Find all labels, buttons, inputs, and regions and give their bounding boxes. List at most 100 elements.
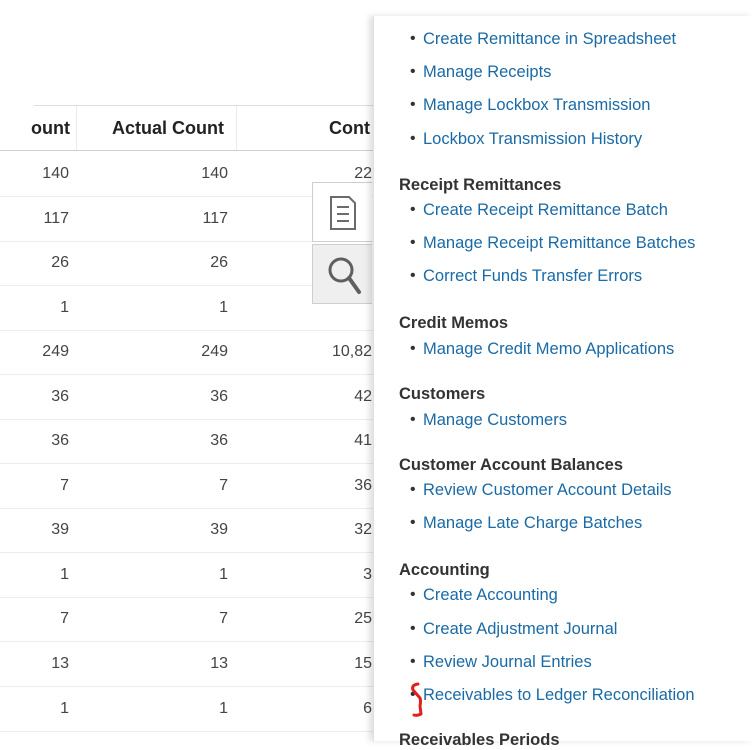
task-link-item[interactable]: • Create Receipt Remittance Batch — [410, 201, 668, 220]
column-header-actual-count[interactable]: Actual Count — [112, 118, 224, 139]
cell-actual-count: 7 — [219, 610, 228, 627]
bullet: • — [410, 201, 416, 218]
task-link-item[interactable]: • Create Accounting — [410, 586, 558, 605]
cell-cont: 41 — [354, 432, 372, 449]
column-divider — [236, 106, 237, 150]
task-link-item[interactable]: • Manage Receipt Remittance Batches — [410, 234, 695, 253]
cell-cont: 32 — [354, 521, 372, 538]
table-row[interactable]: 7 7 25 — [0, 597, 380, 642]
column-header-cont[interactable]: Cont — [329, 118, 370, 139]
manage-late-charge-batches-link[interactable]: Manage Late Charge Batches — [423, 514, 642, 532]
bullet: • — [410, 514, 416, 531]
table-row[interactable]: 249 249 10,82 — [0, 330, 380, 375]
cell-actual-count: 117 — [202, 210, 228, 227]
table-row[interactable]: 7 7 36 — [0, 464, 380, 509]
bullet: • — [410, 234, 416, 251]
bullet: • — [410, 653, 416, 670]
search-icon — [328, 257, 361, 294]
cell-actual-count: 249 — [201, 343, 228, 360]
cell-count: 36 — [51, 388, 69, 405]
cell-count: 249 — [42, 343, 69, 360]
review-journal-entries-link[interactable]: Review Journal Entries — [423, 653, 592, 671]
receivables-to-ledger-reconciliation-link[interactable]: Receivables to Ledger Reconciliation — [423, 686, 695, 704]
section-title-accounting: Accounting — [399, 561, 490, 579]
task-link-item[interactable]: • Manage Receipts — [410, 63, 551, 82]
cell-cont: 22 — [354, 165, 372, 182]
task-link-item[interactable]: • Create Remittance in Spreadsheet — [410, 30, 676, 49]
tasks-panel: • Create Remittance in Spreadsheet • Man… — [373, 16, 752, 749]
cell-cont: 15 — [354, 655, 372, 672]
task-link-item[interactable]: • Manage Credit Memo Applications — [410, 340, 674, 359]
table-row[interactable]: 1 1 6 — [0, 687, 380, 732]
cell-cont: 42 — [354, 388, 372, 405]
cell-actual-count: 13 — [210, 655, 228, 672]
cell-cont: 6 — [363, 700, 372, 717]
section-title-customer-account-balances: Customer Account Balances — [399, 456, 624, 474]
bullet: • — [410, 586, 416, 603]
cell-actual-count: 1 — [219, 299, 228, 316]
section-title-receipt-remittances: Receipt Remittances — [399, 176, 562, 194]
cell-count: 7 — [60, 477, 69, 494]
table-row[interactable]: 36 36 41 — [0, 419, 380, 464]
results-table: ount Actual Count Cont 140 140 22 117 11… — [0, 0, 380, 741]
bullet: • — [410, 267, 416, 284]
section-title-customers: Customers — [399, 385, 486, 403]
bullet: • — [410, 30, 416, 47]
manage-credit-memo-applications-link[interactable]: Manage Credit Memo Applications — [423, 340, 674, 358]
create-receipt-remittance-batch-link[interactable]: Create Receipt Remittance Batch — [423, 201, 668, 219]
correct-funds-transfer-errors-link[interactable]: Correct Funds Transfer Errors — [423, 267, 642, 285]
cell-cont: 36 — [354, 477, 372, 494]
table-row[interactable]: 39 39 32 — [0, 508, 380, 553]
table-row[interactable]: 36 36 42 — [0, 375, 380, 420]
column-header-count[interactable]: ount — [31, 118, 70, 139]
cell-actual-count: 140 — [201, 165, 228, 182]
bullet: • — [410, 411, 416, 428]
task-link-item[interactable]: • Receivables to Ledger Reconciliation — [410, 686, 695, 705]
task-link-item[interactable]: • Manage Lockbox Transmission — [410, 96, 650, 115]
create-remittance-in-spreadsheet-link[interactable]: Create Remittance in Spreadsheet — [423, 30, 676, 48]
tasks-panel-tab[interactable] — [312, 182, 372, 242]
create-accounting-link[interactable]: Create Accounting — [423, 586, 558, 604]
bullet: • — [410, 130, 416, 147]
review-customer-account-details-link[interactable]: Review Customer Account Details — [423, 481, 672, 499]
create-adjustment-journal-link[interactable]: Create Adjustment Journal — [423, 620, 617, 638]
bullet: • — [410, 96, 416, 113]
cell-count: 7 — [60, 610, 69, 627]
cell-actual-count: 26 — [210, 254, 228, 271]
manage-receipts-link[interactable]: Manage Receipts — [423, 63, 551, 81]
cell-cont: 3 — [363, 566, 372, 583]
manage-lockbox-transmission-link[interactable]: Manage Lockbox Transmission — [423, 96, 650, 114]
cell-count: 1 — [60, 566, 69, 583]
bullet: • — [410, 63, 416, 80]
task-link-item[interactable]: • Lockbox Transmission History — [410, 130, 642, 149]
task-link-item[interactable]: • Review Journal Entries — [410, 653, 592, 672]
manage-customers-link[interactable]: Manage Customers — [423, 411, 567, 429]
table-row[interactable]: 13 13 15 — [0, 642, 380, 687]
task-link-item[interactable]: • Create Adjustment Journal — [410, 620, 617, 639]
annotation-bracket — [411, 682, 423, 717]
cell-actual-count: 36 — [210, 388, 228, 405]
document-icon — [330, 196, 356, 230]
cell-count: 13 — [51, 655, 69, 672]
manage-receipt-remittance-batches-link[interactable]: Manage Receipt Remittance Batches — [423, 234, 695, 252]
cell-actual-count: 7 — [219, 477, 228, 494]
lockbox-transmission-history-link[interactable]: Lockbox Transmission History — [423, 130, 642, 148]
table-header: ount Actual Count Cont — [0, 106, 380, 151]
task-link-item[interactable]: • Review Customer Account Details — [410, 481, 672, 500]
cell-count: 140 — [42, 165, 69, 182]
cell-actual-count: 36 — [210, 432, 228, 449]
bullet: • — [410, 481, 416, 498]
section-title-credit-memos: Credit Memos — [399, 314, 509, 332]
cell-count: 39 — [51, 521, 69, 538]
cell-cont: 10,82 — [331, 343, 372, 360]
table-row[interactable]: 1 1 3 — [0, 553, 380, 598]
task-link-item[interactable]: • Manage Customers — [410, 411, 567, 430]
task-link-item[interactable]: • Manage Late Charge Batches — [410, 514, 642, 533]
task-link-item[interactable]: • Correct Funds Transfer Errors — [410, 267, 642, 286]
search-panel-tab[interactable] — [312, 244, 372, 304]
cell-actual-count: 1 — [219, 566, 228, 583]
cell-count: 36 — [51, 432, 69, 449]
cell-actual-count: 39 — [210, 521, 228, 538]
column-divider — [76, 106, 77, 150]
bullet: • — [410, 340, 416, 357]
